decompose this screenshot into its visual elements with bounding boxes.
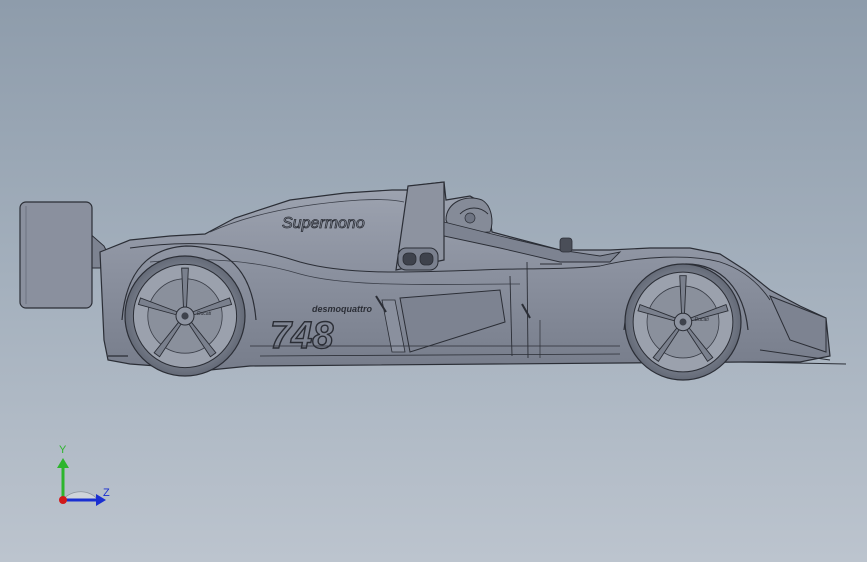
sponsor-decal: desmoquattro [312,304,373,314]
rim-badge: Ducati [197,311,212,317]
coordinate-triad: Y Z [57,444,110,506]
x-axis-point [59,496,67,504]
y-axis-label: Y [59,444,67,456]
hub-nut [679,318,687,326]
rim-badge: Ducati [695,317,710,323]
rear-wing [19,201,113,309]
hub-nut [181,312,189,320]
race-number-decal: 748 [270,315,334,357]
car-model[interactable]: Ducati Ducati Supermono desmoquattro 748 [0,0,867,562]
rear-wheel: Ducati [124,255,246,377]
y-axis-arrowhead [57,458,69,468]
cad-viewport[interactable]: Ducati Ducati Supermono desmoquattro 748… [0,0,867,562]
mirror-icon [559,237,573,253]
front-wheel: Ducati [624,263,742,381]
z-axis-label: Z [103,487,110,499]
livery-script-decal: Supermono [282,215,365,232]
